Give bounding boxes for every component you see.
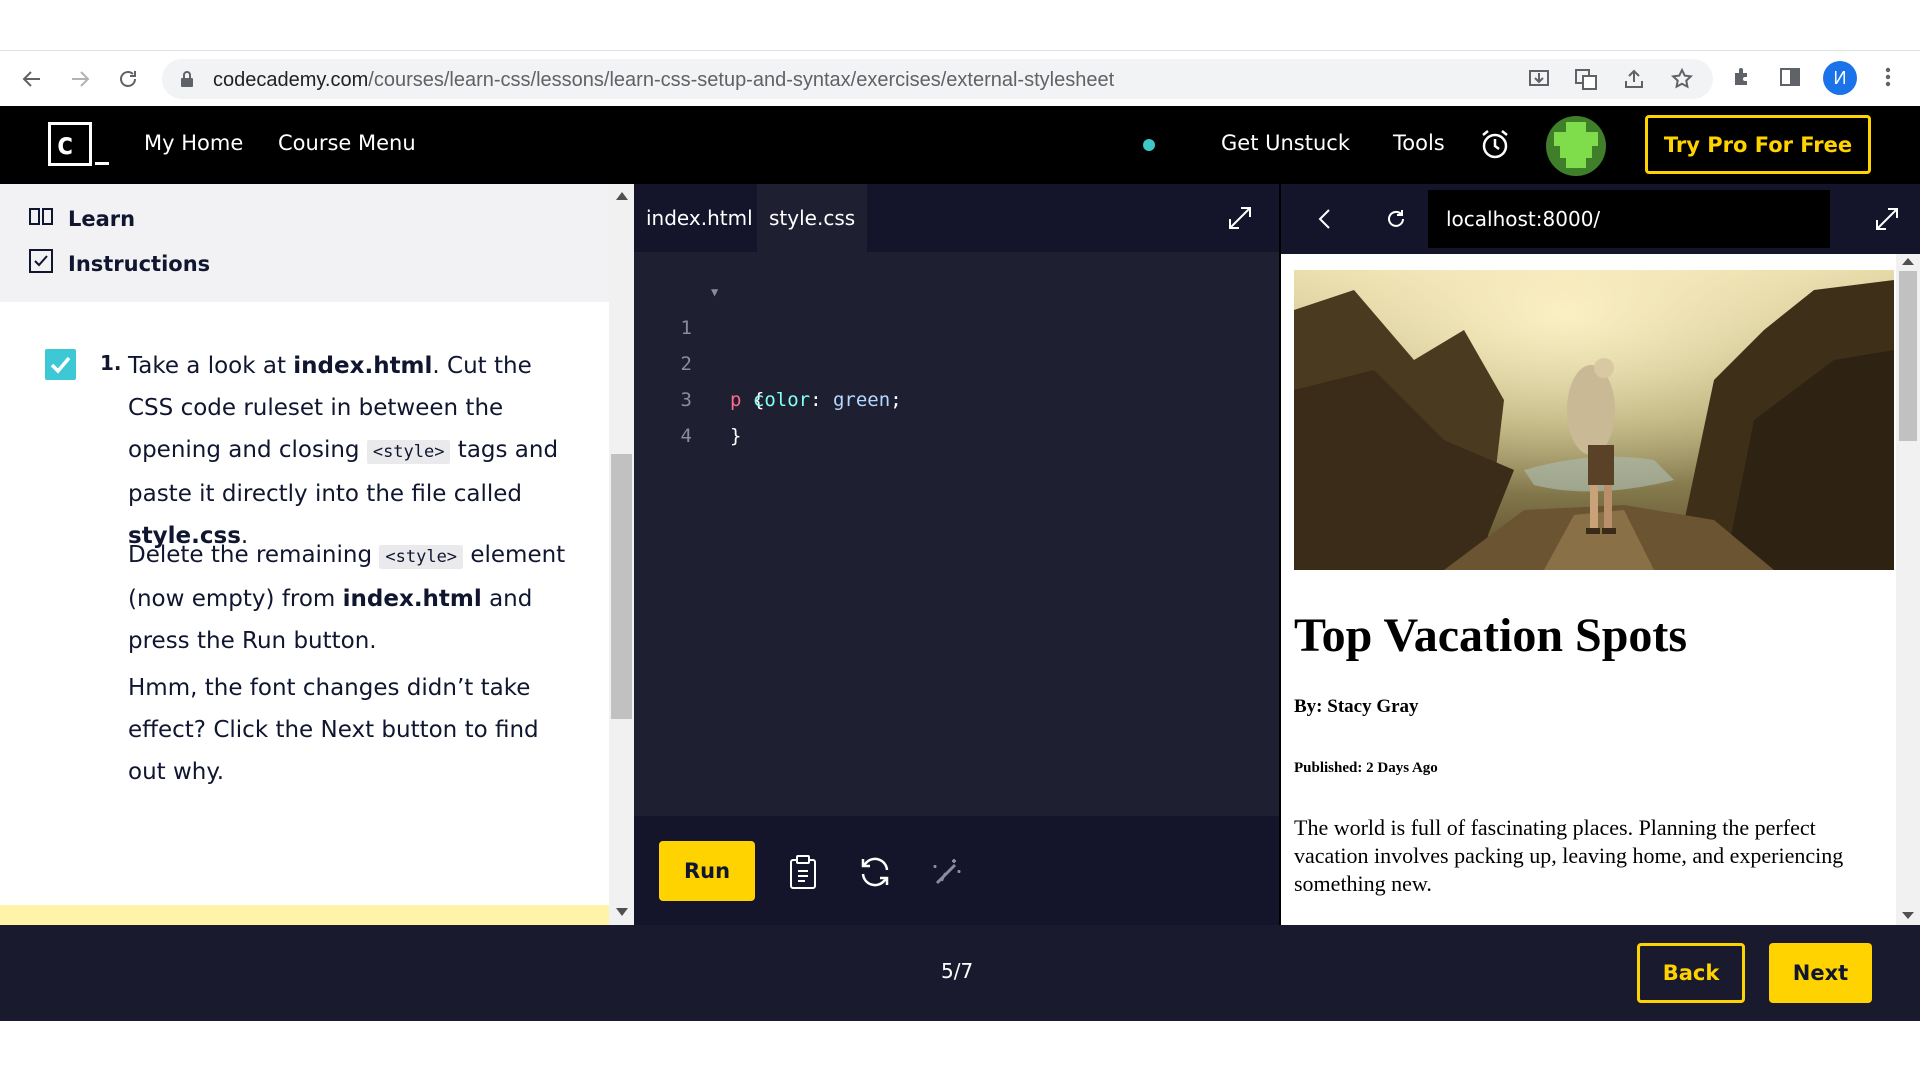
back-button[interactable]: Back bbox=[1637, 943, 1745, 1003]
back-arrow-icon[interactable] bbox=[14, 61, 50, 97]
body-paragraph: The world is full of fascinating places.… bbox=[1294, 815, 1844, 896]
tab-instructions-label: Instructions bbox=[68, 251, 211, 276]
scroll-up-arrow-icon[interactable] bbox=[1902, 258, 1914, 265]
bookmark-star-icon[interactable] bbox=[1670, 67, 1694, 91]
step-number: 1. bbox=[100, 351, 122, 375]
preview-refresh-icon[interactable] bbox=[1382, 205, 1410, 233]
run-button[interactable]: Run bbox=[659, 841, 755, 901]
translate-icon[interactable] bbox=[1574, 67, 1598, 91]
tab-instructions[interactable]: Instructions bbox=[28, 248, 210, 279]
book-icon bbox=[28, 206, 54, 231]
alarm-clock-icon[interactable] bbox=[1478, 127, 1512, 161]
scrollbar-thumb[interactable] bbox=[1899, 271, 1917, 441]
browser-tab-strip bbox=[0, 0, 1920, 51]
hiker-mountain-photo bbox=[1294, 270, 1894, 570]
lock-icon bbox=[180, 70, 194, 92]
browser-preview: localhost:8000/ Top Vacation Spots By: S… bbox=[1279, 184, 1920, 925]
copy-to-clipboard-icon[interactable] bbox=[785, 853, 823, 891]
code-line: 3 } bbox=[680, 389, 742, 447]
instruction-paragraph-1: Take a look at index.html. Cut the CSS c… bbox=[128, 353, 559, 549]
instructions-scrollbar[interactable] bbox=[609, 184, 634, 925]
expand-editor-icon[interactable] bbox=[1226, 204, 1254, 232]
url-text: codecademy.com/courses/learn-css/lessons… bbox=[213, 69, 1115, 91]
exercise-progress: 5/7 bbox=[941, 959, 974, 983]
logo-underscore bbox=[95, 162, 109, 165]
page-heading: Top Vacation Spots bbox=[1294, 609, 1688, 662]
published-date: Published: 2 Days Ago bbox=[1294, 760, 1438, 776]
user-avatar[interactable] bbox=[1546, 116, 1606, 176]
format-code-icon[interactable] bbox=[927, 853, 965, 891]
menu-kebab-icon[interactable] bbox=[1870, 59, 1906, 95]
byline: By: Stacy Gray bbox=[1294, 696, 1419, 717]
install-app-icon[interactable] bbox=[1527, 67, 1551, 91]
address-bar[interactable]: codecademy.com/courses/learn-css/lessons… bbox=[162, 59, 1713, 99]
task-complete-checkbox[interactable] bbox=[45, 349, 76, 380]
code-line: 1 ▼ p { bbox=[634, 274, 765, 411]
scroll-up-arrow-icon[interactable] bbox=[616, 192, 628, 200]
panel-tabs: Learn Instructions bbox=[0, 184, 609, 302]
editor-footer: Run bbox=[634, 816, 1279, 925]
tab-style-css[interactable]: style.css bbox=[757, 184, 868, 252]
next-button[interactable]: Next bbox=[1769, 943, 1872, 1003]
course-menu-link[interactable]: Course Menu bbox=[278, 131, 416, 155]
forward-arrow-icon[interactable] bbox=[62, 61, 98, 97]
reset-exercise-icon[interactable] bbox=[856, 853, 894, 891]
preview-toolbar: localhost:8000/ bbox=[1281, 184, 1920, 254]
reload-icon[interactable] bbox=[110, 61, 146, 97]
preview-scrollbar[interactable] bbox=[1896, 254, 1920, 925]
browser-toolbar: codecademy.com/courses/learn-css/lessons… bbox=[0, 51, 1920, 106]
tab-learn[interactable]: Learn bbox=[28, 206, 135, 231]
instruction-paragraph-2: Delete the remaining <style> element (no… bbox=[128, 542, 566, 654]
expand-preview-icon[interactable] bbox=[1873, 205, 1901, 233]
side-panel-icon[interactable] bbox=[1772, 59, 1808, 95]
my-home-link[interactable]: My Home bbox=[144, 131, 243, 155]
instruction-paragraph-3: Hmm, the font changes didn’t take effect… bbox=[128, 675, 539, 785]
fold-arrow-icon[interactable]: ▼ bbox=[711, 274, 718, 310]
site-header: c My Home Course Menu Get Unstuck Tools … bbox=[0, 106, 1920, 184]
instructions-panel: Learn Instructions 1. Take a look at ind… bbox=[0, 184, 634, 925]
page-bottom-area bbox=[0, 1021, 1920, 1080]
preview-url-field[interactable]: localhost:8000/ bbox=[1428, 190, 1830, 248]
status-dot bbox=[1143, 139, 1155, 151]
share-icon[interactable] bbox=[1622, 67, 1646, 91]
inline-code: <style> bbox=[379, 545, 464, 569]
codecademy-logo[interactable]: c bbox=[48, 122, 92, 166]
code-line: 2 color: green; bbox=[680, 353, 902, 411]
tab-index-html[interactable]: index.html bbox=[634, 184, 765, 252]
try-pro-button[interactable]: Try Pro For Free bbox=[1645, 115, 1871, 174]
profile-avatar[interactable]: И bbox=[1823, 61, 1857, 95]
code-line: 4 bbox=[680, 425, 692, 447]
tab-learn-label: Learn bbox=[68, 206, 136, 231]
extensions-icon[interactable] bbox=[1724, 59, 1760, 95]
inline-code: <style> bbox=[366, 440, 451, 464]
preview-back-icon[interactable] bbox=[1311, 205, 1339, 233]
next-task-strip bbox=[0, 905, 609, 925]
get-unstuck-link[interactable]: Get Unstuck bbox=[1221, 131, 1350, 155]
editor-tabs: index.html style.css bbox=[634, 184, 1279, 252]
preview-page: Top Vacation Spots By: Stacy Gray Publis… bbox=[1281, 254, 1896, 925]
code-editor: index.html style.css 1 ▼ p { 2 color: gr… bbox=[634, 184, 1279, 925]
checkbox-icon bbox=[28, 248, 54, 279]
scroll-down-arrow-icon[interactable] bbox=[616, 908, 628, 916]
lesson-footer: 5/7 Back Next bbox=[0, 925, 1920, 1021]
tools-link[interactable]: Tools bbox=[1393, 131, 1445, 155]
scrollbar-thumb[interactable] bbox=[611, 454, 632, 719]
scroll-down-arrow-icon[interactable] bbox=[1902, 912, 1914, 919]
